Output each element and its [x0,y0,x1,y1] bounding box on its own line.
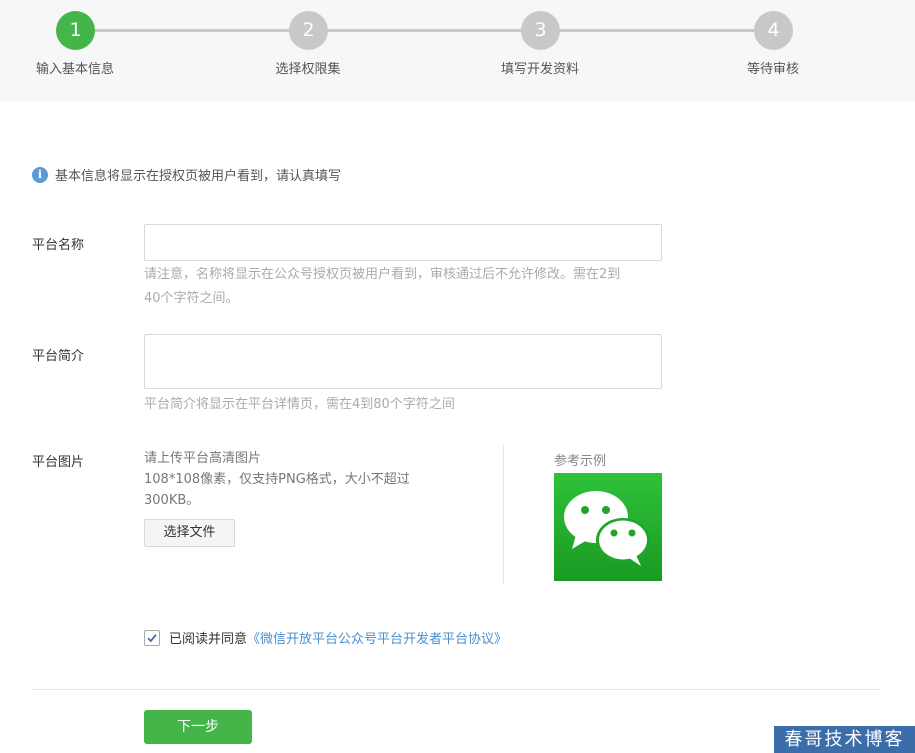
wechat-logo-icon [554,473,662,581]
step-connector [558,29,754,32]
info-notice-text: 基本信息将显示在授权页被用户看到，请认真填写 [55,169,342,184]
platform-name-hint-line2: 40个字符之间。 [144,291,239,306]
upload-line3: 300KB。 [144,493,200,508]
step-4-circle: 4 [754,11,793,50]
agreement-row: 已阅读并同意 《微信开放平台公众号平台开发者平台协议》 [144,628,507,647]
vertical-divider [503,445,504,585]
next-step-button[interactable]: 下一步 [144,710,252,744]
upload-line1: 请上传平台高清图片 [144,451,262,466]
step-2-label: 选择权限集 [275,62,341,77]
step-connector [94,29,290,32]
horizontal-divider [32,689,880,690]
step-2-circle: 2 [289,11,328,50]
upload-instructions: 请上传平台高清图片 108*108像素，仅支持PNG格式，大小不超过 300KB… [144,448,444,511]
platform-name-hint-line1: 请注意，名称将显示在公众号授权页被用户看到，审核通过后不允许修改。需在2到 [144,267,621,282]
step-3-circle: 3 [521,11,560,50]
agreement-checkbox[interactable] [144,629,160,646]
platform-name-hint: 请注意，名称将显示在公众号授权页被用户看到，审核通过后不允许修改。需在2到 40… [144,263,620,311]
info-icon: i [32,166,48,183]
upload-line2: 108*108像素，仅支持PNG格式，大小不超过 [144,472,410,487]
platform-intro-label: 平台简介 [32,349,85,364]
watermark: 春哥技术博客 [774,726,915,753]
platform-name-input[interactable] [144,224,662,261]
sample-label: 参考示例 [554,454,607,469]
agreement-link[interactable]: 《微信开放平台公众号平台开发者平台协议》 [247,628,507,647]
checkmark-icon [147,633,157,642]
info-notice: i 基本信息将显示在授权页被用户看到，请认真填写 [32,165,341,184]
platform-intro-input[interactable] [144,334,662,389]
step-connector [326,29,522,32]
step-3-label: 填写开发资料 [500,62,580,77]
platform-name-label: 平台名称 [32,238,85,253]
step-1-circle: 1 [56,11,95,50]
steps-bar: 1 2 3 4 输入基本信息 选择权限集 填写开发资料 等待审核 [0,0,915,102]
platform-image-label: 平台图片 [32,455,85,470]
step-1-label: 输入基本信息 [35,62,115,77]
step-4-label: 等待审核 [746,62,800,77]
agreement-text: 已阅读并同意 [169,632,248,647]
platform-intro-hint: 平台简介将显示在平台详情页，需在4到80个字符之间 [144,397,455,412]
choose-file-button[interactable]: 选择文件 [144,519,235,547]
